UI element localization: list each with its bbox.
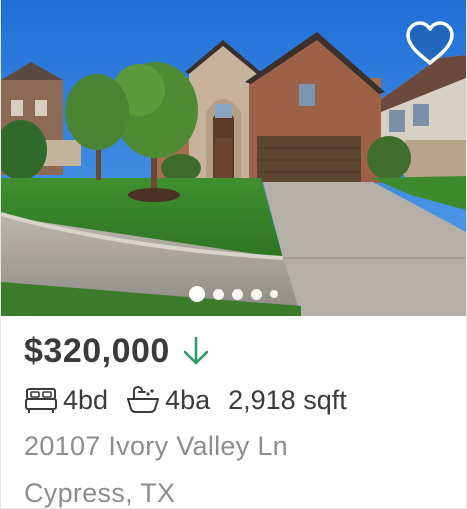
baths-spec: 4ba (126, 385, 210, 416)
bathtub-icon (127, 385, 160, 413)
listing-price: $320,000 (24, 331, 170, 370)
sqft-spec: 2,918 sqft (228, 385, 347, 416)
beds-spec: 4bd (24, 385, 108, 416)
baths-label: 4ba (165, 384, 211, 415)
listing-photo[interactable] (1, 0, 466, 316)
carousel-dot-3[interactable] (232, 288, 243, 300)
price-row: $320,000 (24, 330, 466, 372)
favorite-button[interactable] (404, 20, 456, 68)
carousel-indicator (1, 286, 466, 302)
sqft-label: 2,918 sqft (228, 384, 347, 415)
house-photo-image (1, 0, 466, 316)
listing-city: Cypress, TX (24, 478, 176, 508)
listing-specs: 4bd 4ba 2,918 sqft (24, 382, 466, 418)
listing-card[interactable]: $320,000 4bd 4ba 2,918 sqft 20107 Ivory … (0, 0, 467, 509)
listing-address[interactable]: 20107 Ivory Valley Ln (24, 431, 466, 462)
bed-icon (25, 388, 57, 413)
carousel-dot-2[interactable] (213, 288, 224, 300)
beds-label: 4bd (63, 384, 109, 415)
carousel-dot-1[interactable] (189, 286, 205, 302)
carousel-dot-4[interactable] (251, 288, 262, 300)
arrow-down-icon (183, 336, 209, 365)
heart-outline-icon (406, 21, 454, 65)
carousel-dot-5[interactable] (270, 290, 278, 298)
listing-details: $320,000 4bd 4ba 2,918 sqft 20107 Ivory … (1, 316, 466, 509)
